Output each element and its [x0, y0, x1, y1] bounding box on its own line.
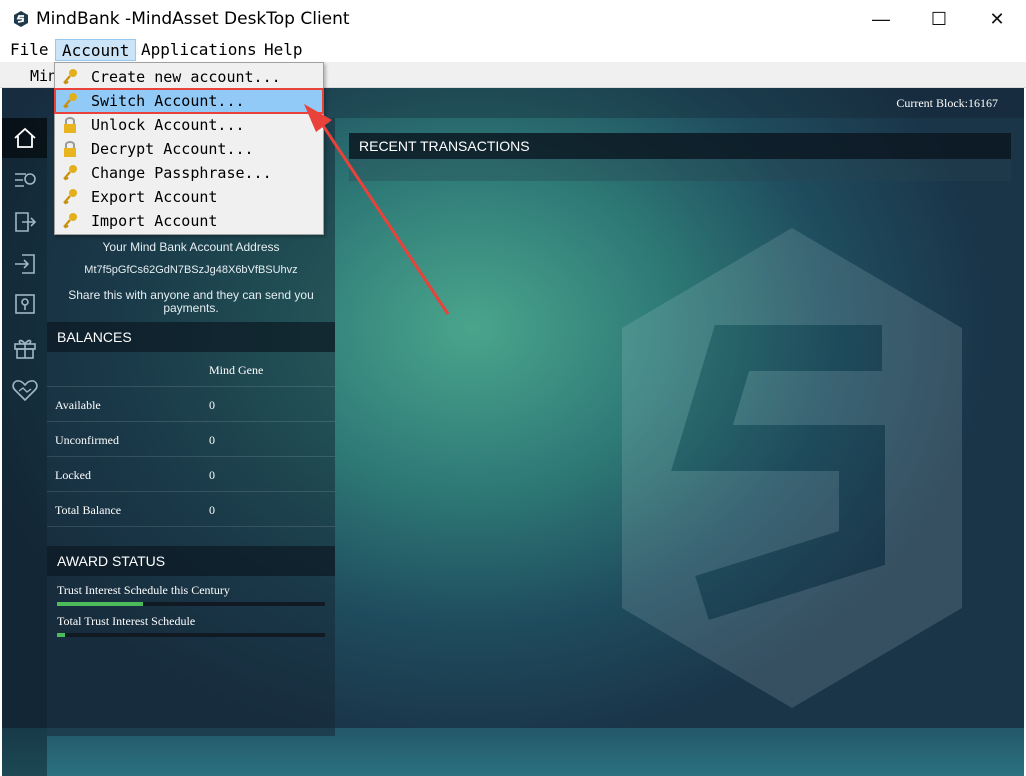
- key-icon: [63, 189, 77, 205]
- logo-watermark-icon: [622, 228, 962, 708]
- receive-icon: [14, 254, 35, 274]
- menu-item-label: Decrypt Account...: [91, 140, 254, 158]
- menu-unlock-account[interactable]: Unlock Account...: [55, 113, 323, 137]
- handshake-heart-icon: [11, 380, 38, 402]
- recent-transactions-header: RECENT TRANSACTIONS: [349, 133, 1011, 159]
- menu-account[interactable]: Account: [55, 39, 137, 61]
- address-label: Your Mind Bank Account Address: [102, 240, 280, 254]
- maximize-button[interactable]: ☐: [910, 0, 968, 38]
- sidebar-support[interactable]: [2, 370, 47, 410]
- address-hint-line2: payments.: [163, 301, 219, 315]
- balance-label: Total Balance: [55, 503, 122, 517]
- menu-item-label: Change Passphrase...: [91, 164, 272, 182]
- balance-row: Available 0: [47, 387, 335, 422]
- recent-transactions-list: [349, 159, 1011, 181]
- transfer-history-icon: [14, 173, 36, 187]
- balance-row: Total Balance 0: [47, 492, 335, 527]
- minimize-button[interactable]: —: [852, 0, 910, 38]
- app-logo-icon: [14, 11, 28, 27]
- send-icon: [14, 212, 36, 232]
- key-icon: [63, 213, 77, 229]
- balance-label: Available: [55, 398, 101, 412]
- sidebar-send[interactable]: [2, 202, 47, 242]
- award-progress-bar: [57, 633, 325, 637]
- account-address[interactable]: Mt7f5pGfCs62GdN7BSzJg48X6bVfBSUhvz: [47, 264, 335, 276]
- menu-item-label: Export Account: [91, 188, 218, 206]
- home-icon: [13, 127, 36, 148]
- sidebar-gift[interactable]: [2, 328, 47, 368]
- menu-create-account[interactable]: Create new account...: [55, 65, 323, 89]
- sidebar-location[interactable]: [2, 284, 47, 324]
- balance-label: Unconfirmed: [55, 433, 119, 447]
- menu-import-account[interactable]: Import Account: [55, 209, 323, 233]
- balances-header: BALANCES: [47, 322, 335, 352]
- lock-icon: [64, 141, 76, 157]
- location-icon: [14, 294, 35, 314]
- sidebar-receive[interactable]: [2, 244, 47, 284]
- sidebar-transactions[interactable]: [2, 158, 47, 198]
- award-label: Trust Interest Schedule this Century: [57, 583, 230, 597]
- menu-item-label: Unlock Account...: [91, 116, 245, 134]
- balance-row: Locked 0: [47, 457, 335, 492]
- balance-value: 0: [209, 433, 215, 447]
- sidebar: [2, 118, 47, 776]
- menu-applications-label: Applications: [141, 40, 257, 59]
- balance-value: 0: [209, 468, 215, 482]
- menu-item-label: Switch Account...: [91, 92, 245, 110]
- award-progress-fill: [57, 633, 66, 637]
- menu-switch-account[interactable]: Switch Account...: [54, 88, 324, 114]
- menu-item-label: Import Account: [91, 212, 218, 230]
- balances-column-header: Mind Gene: [209, 363, 264, 377]
- menu-file[interactable]: File: [4, 39, 55, 61]
- sidebar-home[interactable]: [2, 118, 47, 158]
- account-menu: Create new account... Switch Account... …: [54, 62, 324, 235]
- menu-change-passphrase[interactable]: Change Passphrase...: [55, 161, 323, 185]
- award-progress-fill: [57, 602, 143, 606]
- address-hint-line1: Share this with anyone and they can send…: [68, 288, 314, 302]
- menu-decrypt-account[interactable]: Decrypt Account...: [55, 137, 323, 161]
- gift-icon: [13, 339, 36, 359]
- window-title: MindBank -MindAsset DeskTop Client: [36, 9, 350, 29]
- title-bar: MindBank -MindAsset DeskTop Client — ☐ ✕: [0, 0, 1026, 38]
- award-label: Total Trust Interest Schedule: [57, 614, 196, 628]
- balance-value: 0: [209, 398, 215, 412]
- menu-bar: File Account Applications Help: [0, 38, 1026, 62]
- balances-column-row: Mind Gene: [47, 352, 335, 387]
- balance-label: Locked: [55, 468, 91, 482]
- key-icon: [63, 165, 77, 181]
- close-button[interactable]: ✕: [968, 0, 1026, 38]
- menu-applications[interactable]: Applications: [135, 39, 263, 61]
- award-progress-bar: [57, 602, 325, 606]
- menu-account-label: Account: [62, 41, 130, 60]
- menu-help-label: Help: [264, 40, 303, 59]
- menu-help[interactable]: Help: [258, 39, 309, 61]
- balance-row: Unconfirmed 0: [47, 422, 335, 457]
- lock-icon: [64, 117, 76, 133]
- balance-value: 0: [209, 503, 215, 517]
- award-status-header: AWARD STATUS: [47, 546, 335, 576]
- key-icon: [63, 93, 77, 109]
- menu-export-account[interactable]: Export Account: [55, 185, 323, 209]
- menu-item-label: Create new account...: [91, 68, 281, 86]
- menu-file-label: File: [10, 40, 49, 59]
- current-block: Current Block:16167: [896, 96, 998, 110]
- key-icon: [63, 69, 77, 85]
